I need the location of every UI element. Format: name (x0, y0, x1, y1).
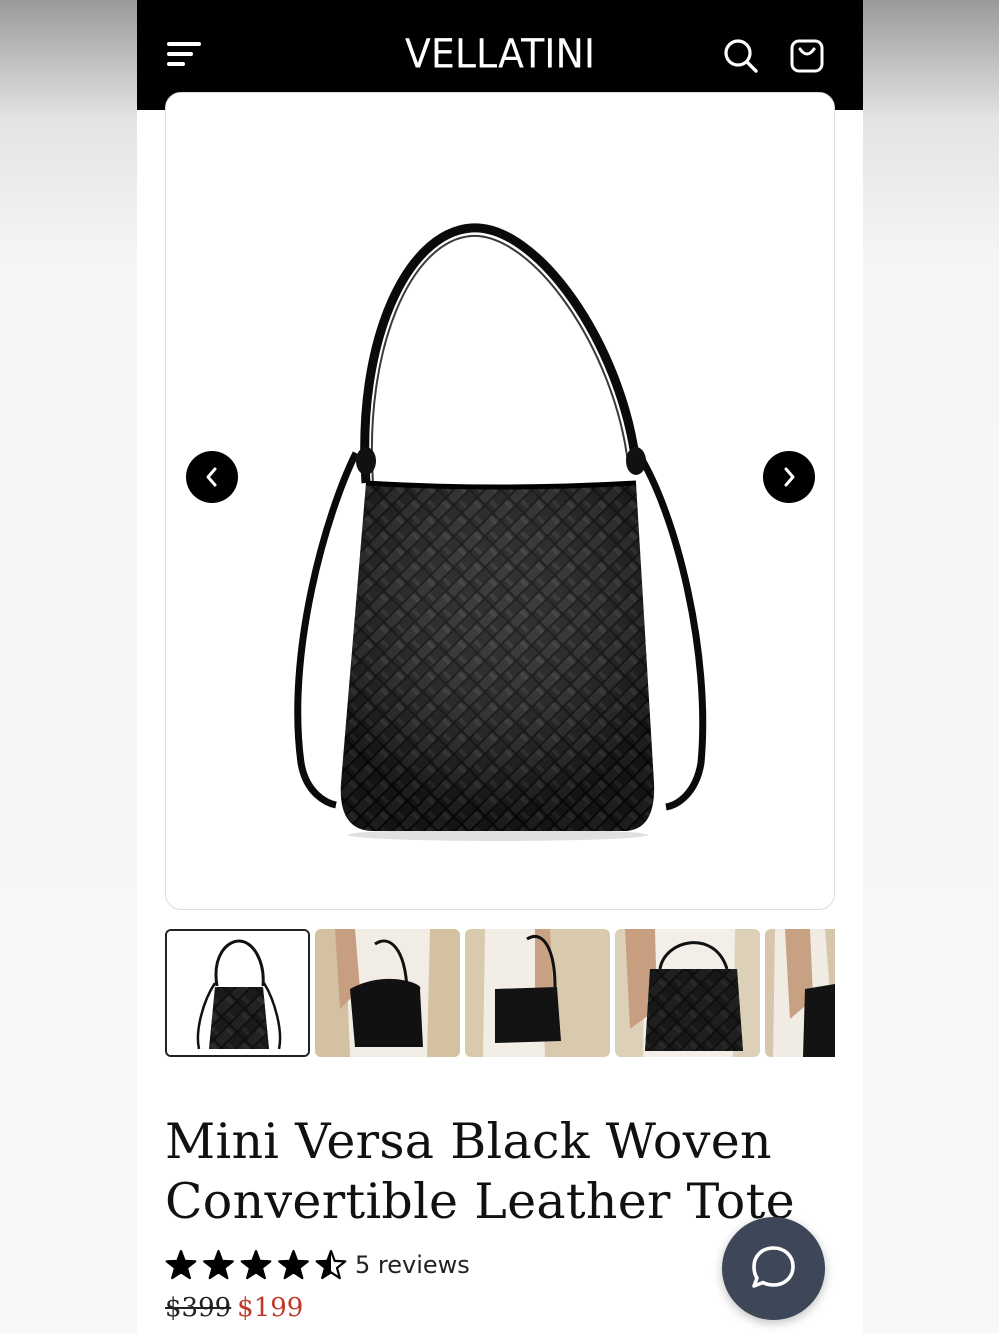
thumbnail-image (765, 929, 835, 1057)
menu-button[interactable] (161, 34, 205, 74)
product-title-line1: Mini Versa Black Woven (165, 1113, 772, 1170)
cart-button[interactable] (787, 34, 827, 76)
thumbnail-3[interactable] (465, 929, 610, 1057)
chat-button[interactable] (722, 1217, 825, 1320)
product-gallery (165, 92, 835, 910)
star-icon (165, 1249, 197, 1280)
thumbnail-image (167, 931, 308, 1055)
thumbnail-image (465, 929, 610, 1057)
shopping-bag-icon (790, 39, 824, 73)
next-image-button[interactable] (763, 451, 815, 503)
thumbnail-4[interactable] (615, 929, 760, 1057)
chevron-right-icon (784, 467, 795, 487)
sale-price: $199 (237, 1293, 304, 1323)
thumbnail-image (315, 929, 460, 1057)
thumbnail-5[interactable] (765, 929, 835, 1057)
chat-bubble-icon (752, 1246, 795, 1288)
product-title: Mini Versa Black Woven Convertible Leath… (165, 1112, 825, 1232)
chevron-left-icon (206, 467, 217, 487)
search-icon (724, 39, 758, 73)
hamburger-menu-icon (167, 42, 201, 66)
brand-logo[interactable]: VELLATINI (337, 31, 663, 77)
previous-image-button[interactable] (186, 451, 238, 503)
thumbnail-1[interactable] (165, 929, 310, 1057)
original-price: $399 (165, 1293, 232, 1323)
product-image[interactable] (166, 93, 835, 910)
star-icon (278, 1249, 309, 1280)
star-icon (240, 1249, 272, 1280)
star-icon (203, 1249, 234, 1280)
search-button[interactable] (721, 36, 761, 76)
star-rating (165, 1249, 347, 1280)
mobile-viewport: VELLATINI Mini Versa Black Woven Convert… (137, 0, 863, 1333)
thumbnail-2[interactable] (315, 929, 460, 1057)
reviews-link[interactable]: 5 reviews (355, 1251, 470, 1279)
thumbnail-image (615, 929, 760, 1057)
thumbnail-strip (165, 929, 835, 1057)
product-price: $399 $199 (165, 1293, 303, 1323)
